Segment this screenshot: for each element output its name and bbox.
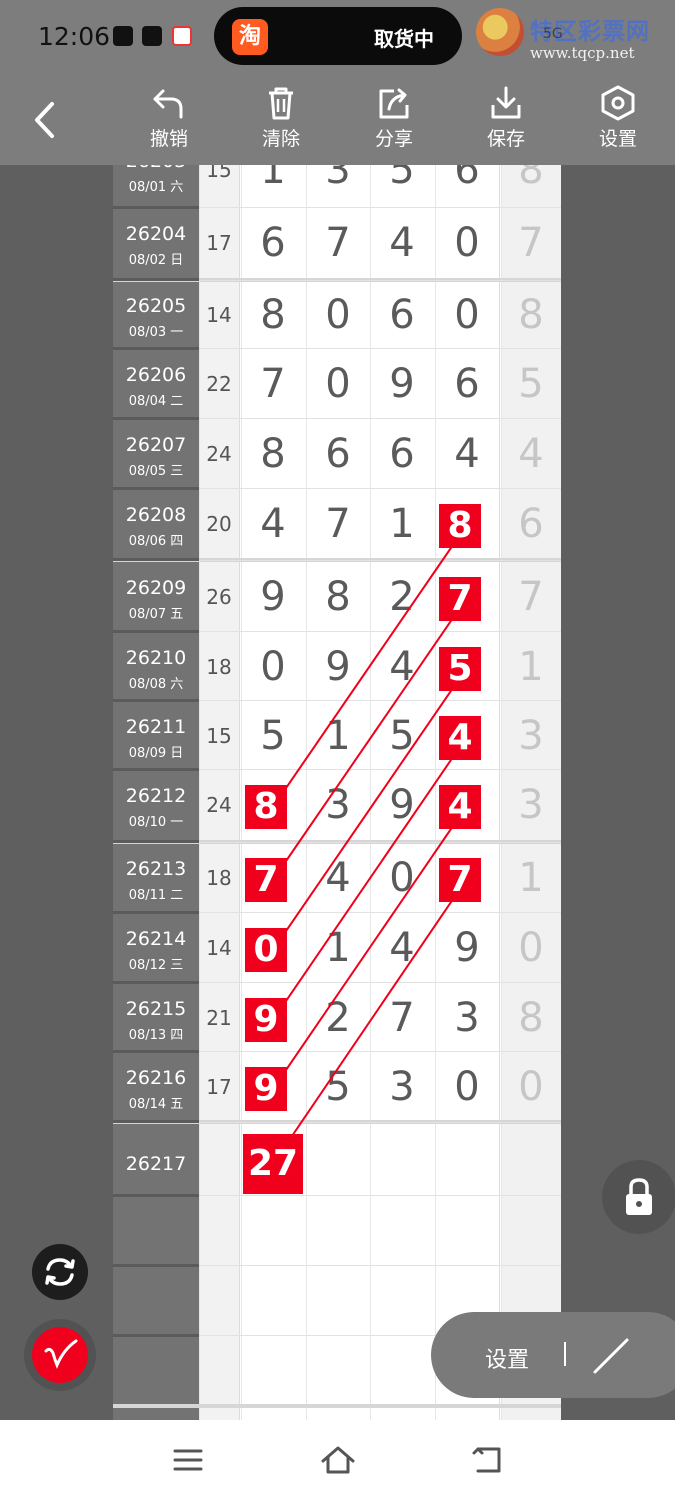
draw-settings-pill[interactable]: 设置	[431, 1312, 675, 1398]
connector-line	[272, 806, 467, 1090]
pen-button-face	[32, 1327, 88, 1383]
highlighted-digit[interactable]: 8	[439, 504, 481, 548]
highlighted-digit[interactable]: 5	[439, 647, 481, 691]
highlighted-digit[interactable]: 8	[245, 785, 287, 829]
pill-divider	[564, 1342, 566, 1366]
undo-button[interactable]: 撤销	[129, 85, 209, 161]
trash-icon	[269, 87, 293, 120]
draw-settings-label[interactable]: 设置	[485, 1342, 529, 1374]
pen-icon	[44, 1339, 78, 1369]
back-icon[interactable]	[470, 1444, 504, 1476]
pen-button[interactable]	[24, 1319, 96, 1391]
highlighted-digit[interactable]: 4	[439, 785, 481, 829]
back-button[interactable]	[28, 98, 62, 142]
share-label: 分享	[374, 128, 413, 150]
highlighted-digit[interactable]: 0	[245, 928, 287, 972]
trend-table[interactable]: 2620308/01 六15135682620408/02 日176740726…	[113, 165, 561, 1420]
tiktok-icon	[113, 26, 133, 46]
gear-icon	[601, 85, 635, 121]
menu-icon[interactable]	[172, 1444, 204, 1476]
connector-line	[272, 525, 467, 808]
settings-label: 设置	[598, 128, 637, 150]
highlighted-digit[interactable]: 9	[245, 998, 287, 1042]
navigation-bar	[0, 1420, 675, 1500]
chevron-left-icon	[35, 102, 54, 138]
clear-button[interactable]: 清除	[241, 85, 321, 161]
dynamic-island[interactable]: 淘 取货中	[214, 7, 462, 65]
lock-button[interactable]	[602, 1160, 675, 1234]
watermark-logo	[476, 8, 524, 56]
line-tool-icon[interactable]	[591, 1336, 631, 1376]
island-status-text: 取货中	[374, 27, 434, 51]
save-button[interactable]: 保存	[466, 85, 546, 161]
download-icon	[491, 86, 521, 119]
screen: 12:06 淘 取货中 特区彩票网 www.tqcp.net 5G 撤销 清除 …	[0, 0, 675, 1500]
share-icon	[379, 88, 409, 119]
drawn-lines	[272, 525, 467, 1165]
connector-line	[272, 737, 467, 1021]
highlighted-digit[interactable]: 7	[245, 858, 287, 902]
app-icon	[172, 26, 192, 46]
next-mark[interactable]: 27	[243, 1134, 303, 1194]
watermark-url: www.tqcp.net	[530, 44, 635, 62]
clear-label: 清除	[261, 128, 300, 150]
connector-line	[272, 879, 467, 1165]
settings-button[interactable]: 设置	[578, 85, 658, 161]
highlighted-digit[interactable]: 9	[245, 1067, 287, 1111]
save-label: 保存	[486, 128, 525, 150]
tiktok-lite-icon	[142, 26, 162, 46]
share-button[interactable]: 分享	[354, 85, 434, 161]
network-indicator: 5G	[543, 26, 563, 42]
refresh-icon	[45, 1258, 75, 1286]
refresh-button[interactable]	[32, 1244, 88, 1300]
highlighted-digit[interactable]: 7	[439, 858, 481, 902]
connector-line	[272, 598, 467, 881]
top-bar: 12:06 淘 取货中 特区彩票网 www.tqcp.net 5G 撤销 清除 …	[0, 0, 675, 165]
lock-icon	[626, 1178, 652, 1215]
highlighted-digit[interactable]: 4	[439, 716, 481, 760]
taobao-icon: 淘	[232, 19, 268, 55]
connector-line	[272, 668, 467, 951]
undo-icon	[153, 89, 183, 119]
highlighted-digit[interactable]: 7	[439, 577, 481, 621]
home-icon[interactable]	[320, 1444, 356, 1476]
undo-label: 撤销	[149, 128, 188, 150]
status-time: 12:06	[38, 22, 111, 51]
